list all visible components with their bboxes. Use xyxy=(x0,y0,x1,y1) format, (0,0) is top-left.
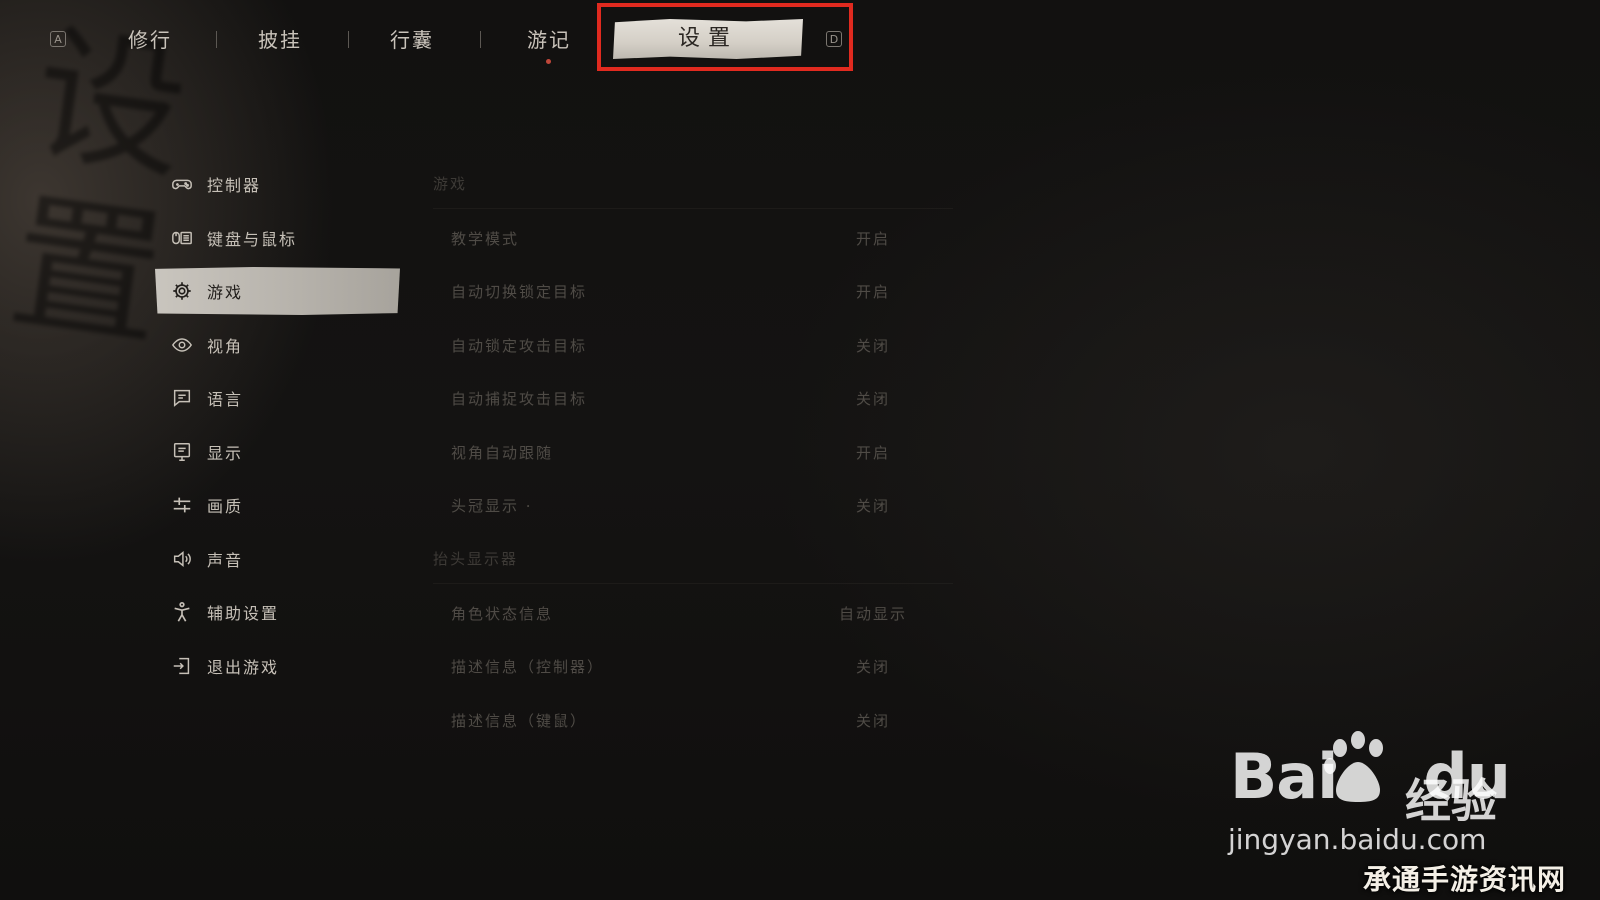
setting-row-character-status[interactable]: 角色状态信息 自动显示 xyxy=(433,589,953,637)
sidebar-item-language[interactable]: 语言 xyxy=(155,374,400,422)
setting-label: 教学模式 xyxy=(451,229,520,248)
sidebar-item-display[interactable]: 显示 xyxy=(155,428,400,476)
sidebar-item-label: 视角 xyxy=(207,336,244,356)
setting-row-description-controller[interactable]: 描述信息（控制器） 关闭 xyxy=(433,643,953,691)
sidebar-item-label: 控制器 xyxy=(207,176,262,195)
tab-journal[interactable]: 游记 xyxy=(509,22,589,58)
tab-separator xyxy=(480,31,481,48)
keyboard-mouse-icon xyxy=(171,227,193,249)
next-tab-key-hint[interactable]: D xyxy=(826,31,842,47)
sidebar-item-label: 游戏 xyxy=(207,283,244,302)
sidebar-item-label: 显示 xyxy=(207,443,244,463)
setting-row-camera-auto-follow[interactable]: 视角自动跟随 开启 xyxy=(433,428,953,476)
tab-separator xyxy=(216,31,217,48)
setting-value[interactable]: 关闭 xyxy=(828,335,918,356)
settings-list-panel: 游戏 教学模式 开启 自动切换锁定目标 开启 自动锁定攻击目标 关闭 自动捕捉攻… xyxy=(433,160,953,750)
setting-label: 视角自动跟随 xyxy=(451,443,554,462)
setting-label: 描述信息（键鼠） xyxy=(451,711,588,730)
sidebar-item-label: 退出游戏 xyxy=(207,657,280,677)
gear-icon xyxy=(171,280,193,302)
speaker-icon xyxy=(171,548,193,570)
watermark-url: jingyan.baidu.com xyxy=(1228,823,1487,856)
setting-value[interactable]: 关闭 xyxy=(828,495,918,516)
setting-label: 头冠显示 · xyxy=(451,497,533,515)
setting-row-auto-switch-lock[interactable]: 自动切换锁定目标 开启 xyxy=(433,268,953,316)
settings-category-sidebar: 控制器 键盘与鼠标 游戏 视角 语言 显示 画质 声音 辅助设置 退出游戏 xyxy=(155,160,400,695)
sidebar-item-keyboard-mouse[interactable]: 键盘与鼠标 xyxy=(155,214,400,262)
sidebar-item-accessibility[interactable]: 辅助设置 xyxy=(155,588,400,636)
tab-separator xyxy=(348,31,349,48)
baidu-paw-icon xyxy=(1324,731,1383,802)
setting-label: 自动锁定攻击目标 xyxy=(451,336,588,355)
eye-icon xyxy=(171,334,193,356)
setting-label: 自动捕捉攻击目标 xyxy=(451,390,588,408)
sidebar-item-label: 键盘与鼠标 xyxy=(207,229,298,249)
setting-label: 描述信息（控制器） xyxy=(451,658,605,676)
watermark-product-text: 经验 xyxy=(1405,774,1497,828)
setting-label: 角色状态信息 xyxy=(451,604,554,623)
watermark-site-name: 承通手游资讯网 xyxy=(1363,863,1567,896)
sidebar-item-label: 语言 xyxy=(207,390,244,409)
setting-value[interactable]: 开启 xyxy=(828,281,918,302)
sliders-icon xyxy=(171,494,193,516)
tab-equipment[interactable]: 披挂 xyxy=(240,22,320,58)
speech-bubble-icon xyxy=(171,387,193,409)
accessibility-icon xyxy=(171,601,193,623)
section-title-hud: 抬头显示器 xyxy=(433,535,953,584)
section-title-game: 游戏 xyxy=(433,160,953,209)
sidebar-item-label: 声音 xyxy=(207,550,244,570)
setting-value[interactable]: 自动显示 xyxy=(828,603,918,624)
sidebar-item-game[interactable]: 游戏 xyxy=(155,267,400,315)
tab-settings[interactable]: 设置 xyxy=(613,19,803,59)
controller-icon xyxy=(171,173,193,195)
setting-row-auto-lock-target[interactable]: 自动锁定攻击目标 关闭 xyxy=(433,321,953,369)
setting-value[interactable]: 关闭 xyxy=(828,656,918,677)
sidebar-item-label: 画质 xyxy=(207,497,244,516)
tab-cultivation[interactable]: 修行 xyxy=(110,22,190,58)
journal-notification-dot xyxy=(546,59,551,64)
sidebar-item-sound[interactable]: 声音 xyxy=(155,535,400,583)
setting-value[interactable]: 关闭 xyxy=(828,388,918,409)
monitor-icon xyxy=(171,441,193,463)
top-navigation: A 修行 披挂 行囊 游记 设置 D xyxy=(0,0,900,80)
sidebar-item-camera[interactable]: 视角 xyxy=(155,321,400,369)
setting-row-description-keyboard-mouse[interactable]: 描述信息（键鼠） 关闭 xyxy=(433,696,953,744)
exit-icon xyxy=(171,655,193,677)
prev-tab-key-hint[interactable]: A xyxy=(50,31,66,47)
setting-label: 自动切换锁定目标 xyxy=(451,283,588,301)
setting-row-tutorial-mode[interactable]: 教学模式 开启 xyxy=(433,214,953,262)
sidebar-item-exit-game[interactable]: 退出游戏 xyxy=(155,642,400,690)
setting-row-headgear-display[interactable]: 头冠显示 · 关闭 xyxy=(433,482,953,530)
setting-value[interactable]: 关闭 xyxy=(828,710,918,731)
game-settings-screen: 设置 A 修行 披挂 行囊 游记 设置 D 控制器 键盘与鼠标 游戏 视角 语言… xyxy=(0,0,1600,900)
setting-value[interactable]: 开启 xyxy=(828,228,918,249)
sidebar-item-controller[interactable]: 控制器 xyxy=(155,160,400,208)
setting-value[interactable]: 开启 xyxy=(828,442,918,463)
setting-row-auto-capture-target[interactable]: 自动捕捉攻击目标 关闭 xyxy=(433,375,953,423)
sidebar-item-graphics[interactable]: 画质 xyxy=(155,481,400,529)
sidebar-item-label: 辅助设置 xyxy=(207,604,280,623)
tab-inventory[interactable]: 行囊 xyxy=(372,22,452,58)
